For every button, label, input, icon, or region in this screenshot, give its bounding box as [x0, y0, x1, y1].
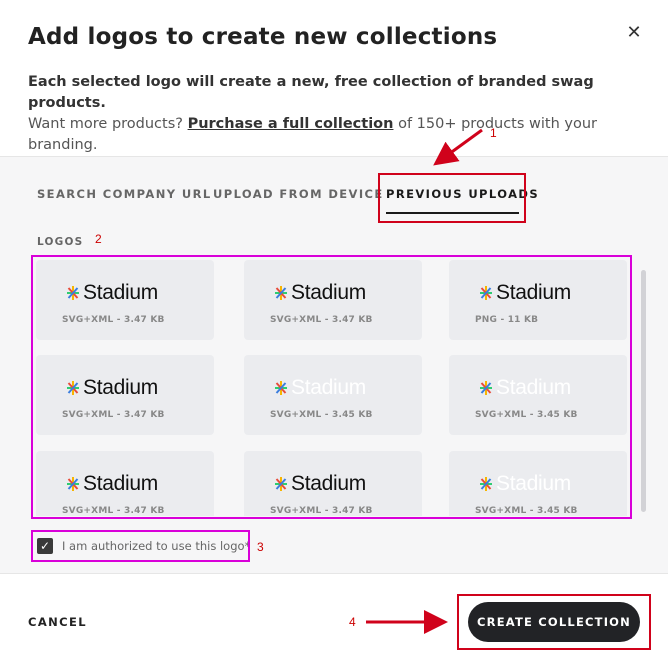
arrow-to-previous-uploads — [433, 128, 483, 166]
annotation-4: 4 — [349, 615, 356, 629]
annotation-2: 2 — [95, 232, 102, 246]
annotation-arrows — [366, 128, 483, 634]
add-logos-modal: Add logos to create new collections ✕ Ea… — [0, 0, 668, 667]
annotation-1: 1 — [490, 126, 497, 140]
annotation-3: 3 — [257, 540, 264, 554]
